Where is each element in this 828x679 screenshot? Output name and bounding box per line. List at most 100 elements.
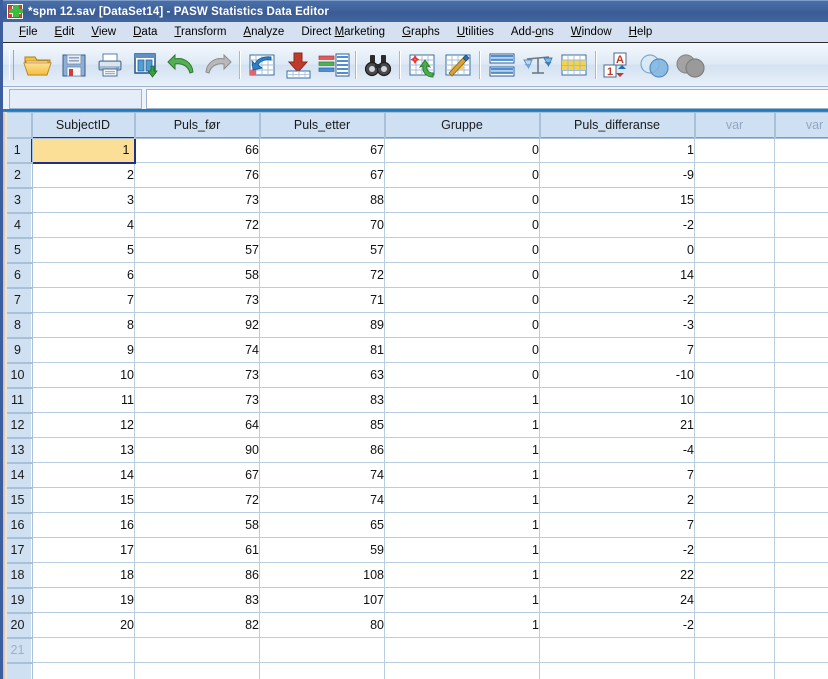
column-header-var-5[interactable]: var bbox=[693, 112, 776, 139]
data-cell[interactable] bbox=[694, 662, 775, 679]
data-cell[interactable] bbox=[774, 562, 828, 588]
data-cell[interactable]: 13 bbox=[31, 437, 135, 463]
menu-data[interactable]: Data bbox=[125, 24, 166, 41]
data-cell[interactable] bbox=[774, 137, 828, 163]
data-cell[interactable] bbox=[694, 162, 775, 188]
row-header[interactable]: 15 bbox=[3, 486, 33, 514]
data-cell[interactable]: 8 bbox=[31, 312, 135, 338]
data-cell[interactable] bbox=[694, 137, 775, 163]
data-cell[interactable]: 76 bbox=[134, 162, 260, 188]
data-cell[interactable]: 74 bbox=[134, 337, 260, 363]
row-header[interactable]: 4 bbox=[3, 211, 33, 239]
row-header[interactable]: 9 bbox=[3, 336, 33, 364]
data-cell[interactable]: 0 bbox=[384, 312, 540, 338]
data-cell[interactable] bbox=[134, 662, 260, 679]
data-cell[interactable] bbox=[694, 437, 775, 463]
data-cell[interactable]: 58 bbox=[134, 512, 260, 538]
data-cell[interactable]: 22 bbox=[539, 562, 695, 588]
undo-icon[interactable] bbox=[164, 47, 200, 83]
data-cell[interactable]: 0 bbox=[539, 237, 695, 263]
data-cell[interactable] bbox=[694, 412, 775, 438]
goto-variable-icon[interactable] bbox=[280, 47, 316, 83]
data-cell[interactable] bbox=[694, 262, 775, 288]
data-cell[interactable]: 57 bbox=[134, 237, 260, 263]
data-cell[interactable]: 14 bbox=[539, 262, 695, 288]
data-cell[interactable]: 0 bbox=[384, 162, 540, 188]
row-header[interactable]: 5 bbox=[3, 236, 33, 264]
data-cell[interactable] bbox=[694, 587, 775, 613]
cell-value-input[interactable] bbox=[146, 89, 828, 109]
data-cell[interactable]: 7 bbox=[539, 512, 695, 538]
data-cell[interactable]: 81 bbox=[259, 337, 385, 363]
data-cell[interactable] bbox=[259, 662, 385, 679]
data-cell[interactable]: 70 bbox=[259, 212, 385, 238]
data-cell[interactable] bbox=[694, 362, 775, 388]
data-cell[interactable]: 86 bbox=[134, 562, 260, 588]
data-cell[interactable]: 19 bbox=[31, 587, 135, 613]
use-variable-sets-icon[interactable] bbox=[636, 47, 672, 83]
row-header[interactable]: 11 bbox=[3, 386, 33, 414]
data-cell[interactable]: 72 bbox=[259, 262, 385, 288]
row-header[interactable]: 18 bbox=[3, 561, 33, 589]
data-cell[interactable] bbox=[774, 612, 828, 638]
menu-window[interactable]: Window bbox=[563, 24, 621, 41]
data-cell[interactable]: 73 bbox=[134, 287, 260, 313]
data-cell[interactable]: 0 bbox=[384, 287, 540, 313]
data-cell[interactable] bbox=[694, 487, 775, 513]
data-cell[interactable]: -2 bbox=[539, 537, 695, 563]
column-header-subjectid[interactable]: SubjectID bbox=[30, 112, 136, 139]
column-header-puls_etter[interactable]: Puls_etter bbox=[258, 112, 386, 139]
data-cell[interactable] bbox=[774, 237, 828, 263]
goto-case-icon[interactable] bbox=[244, 47, 280, 83]
data-cell[interactable]: -2 bbox=[539, 212, 695, 238]
data-cell[interactable] bbox=[694, 537, 775, 563]
redo-icon[interactable] bbox=[200, 47, 236, 83]
data-cell[interactable]: 92 bbox=[134, 312, 260, 338]
data-cell[interactable]: 1 bbox=[384, 487, 540, 513]
data-cell[interactable]: 24 bbox=[539, 587, 695, 613]
data-cell[interactable] bbox=[774, 187, 828, 213]
data-cell[interactable]: 64 bbox=[134, 412, 260, 438]
data-cell[interactable]: 20 bbox=[31, 612, 135, 638]
data-cell[interactable]: 5 bbox=[31, 237, 135, 263]
data-cell[interactable] bbox=[384, 662, 540, 679]
data-cell[interactable] bbox=[774, 487, 828, 513]
data-cell[interactable]: 1 bbox=[384, 612, 540, 638]
data-cell[interactable]: 72 bbox=[134, 212, 260, 238]
data-cell[interactable] bbox=[694, 512, 775, 538]
row-header[interactable]: 16 bbox=[3, 511, 33, 539]
data-cell[interactable]: -4 bbox=[539, 437, 695, 463]
data-cell[interactable] bbox=[694, 462, 775, 488]
row-header[interactable] bbox=[3, 661, 33, 679]
data-cell[interactable]: 80 bbox=[259, 612, 385, 638]
data-cell[interactable]: 18 bbox=[31, 562, 135, 588]
data-cell[interactable] bbox=[774, 262, 828, 288]
data-cell[interactable]: 0 bbox=[384, 262, 540, 288]
data-cell[interactable] bbox=[134, 637, 260, 663]
data-cell[interactable]: 67 bbox=[134, 462, 260, 488]
data-cell[interactable]: 74 bbox=[259, 462, 385, 488]
data-cell[interactable] bbox=[694, 212, 775, 238]
data-cell[interactable]: 6 bbox=[31, 262, 135, 288]
menu-edit[interactable]: Edit bbox=[47, 24, 84, 41]
data-cell[interactable]: -3 bbox=[539, 312, 695, 338]
data-cell[interactable]: 17 bbox=[31, 537, 135, 563]
data-cell[interactable]: 72 bbox=[134, 487, 260, 513]
data-cell[interactable]: 0 bbox=[384, 237, 540, 263]
recall-dialogs-icon[interactable] bbox=[128, 47, 164, 83]
data-cell[interactable]: 0 bbox=[384, 337, 540, 363]
data-cell[interactable]: -2 bbox=[539, 612, 695, 638]
menu-direct-marketing[interactable]: Direct Marketing bbox=[293, 24, 394, 41]
row-header[interactable]: 13 bbox=[3, 436, 33, 464]
data-cell[interactable] bbox=[774, 312, 828, 338]
menu-analyze[interactable]: Analyze bbox=[235, 24, 293, 41]
data-cell[interactable]: 1 bbox=[384, 412, 540, 438]
row-header[interactable]: 8 bbox=[3, 311, 33, 339]
data-cell[interactable]: 82 bbox=[134, 612, 260, 638]
data-cell[interactable]: 88 bbox=[259, 187, 385, 213]
data-cell[interactable] bbox=[694, 637, 775, 663]
data-cell[interactable]: 71 bbox=[259, 287, 385, 313]
data-cell[interactable]: 0 bbox=[384, 137, 540, 163]
open-file-icon[interactable] bbox=[20, 47, 56, 83]
split-file-icon[interactable] bbox=[484, 47, 520, 83]
